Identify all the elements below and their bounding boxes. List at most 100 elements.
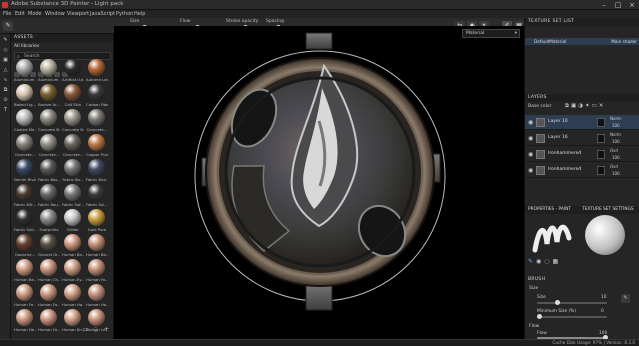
asset-item[interactable]: Glitter: [62, 209, 84, 233]
menu-help[interactable]: Help: [134, 11, 145, 17]
asset-item[interactable]: Fabric Den...: [86, 159, 108, 183]
stencil-tab-icon[interactable]: ▦: [553, 258, 562, 265]
layer-mask-thumbnail[interactable]: [597, 118, 605, 127]
layer-opacity[interactable]: 100: [612, 155, 620, 160]
menu-window[interactable]: Window: [45, 11, 65, 17]
asset-item[interactable]: Fabric Kilt...: [14, 184, 36, 208]
asset-item[interactable]: Aluminium...: [14, 59, 36, 83]
layer-blend-mode[interactable]: Norm: [610, 116, 621, 121]
asset-item[interactable]: Baked Lig...: [14, 84, 36, 108]
add-effect-icon[interactable]: ✦: [585, 103, 592, 109]
layer-mask-thumbnail[interactable]: [597, 166, 605, 175]
asset-item[interactable]: Fabric Sui...: [86, 184, 108, 208]
3d-viewport[interactable]: [114, 26, 524, 339]
add-asset-icon[interactable]: +: [104, 326, 109, 333]
layer-mask-thumbnail[interactable]: [597, 150, 605, 159]
asset-item[interactable]: Calf Skin: [62, 84, 84, 108]
asset-item[interactable]: Gouache...: [14, 234, 36, 258]
asset-item[interactable]: Aluminium...: [38, 59, 60, 83]
size-value[interactable]: 10: [601, 295, 606, 300]
asset-item[interactable]: Artificial Le...: [62, 59, 84, 83]
tab-properties-paint[interactable]: PROPERTIES - PAINT: [528, 207, 571, 212]
menu-mode[interactable]: Mode: [28, 11, 42, 17]
layer-name[interactable]: Layer 16: [548, 135, 568, 140]
add-mask-icon[interactable]: ◑: [578, 103, 585, 109]
asset-item[interactable]: Human Ha...: [86, 284, 108, 308]
visibility-eye-icon[interactable]: ◉: [528, 119, 533, 126]
asset-item[interactable]: Fabric Bas...: [38, 159, 60, 183]
layer-opacity[interactable]: 100: [612, 123, 620, 128]
menu-python[interactable]: Python: [116, 11, 133, 17]
paint-tool-icon[interactable]: ✎: [2, 37, 9, 44]
maximize-button[interactable]: □: [611, 0, 625, 10]
channel-dropdown[interactable]: Base color: [528, 104, 551, 109]
layer-opacity[interactable]: 100: [612, 171, 620, 176]
asset-item[interactable]: Human Ha...: [62, 284, 84, 308]
asset-item[interactable]: Carbon Fiber: [86, 84, 108, 108]
min-size-value[interactable]: 0: [601, 309, 604, 314]
visibility-eye-icon[interactable]: ◉: [528, 135, 533, 142]
asset-item[interactable]: Footprints: [38, 209, 60, 233]
asset-item[interactable]: Concrete B...: [62, 109, 84, 133]
asset-item[interactable]: Ground Gr...: [38, 234, 60, 258]
asset-item[interactable]: Human Fe...: [14, 284, 36, 308]
asset-item[interactable]: Human Fa...: [86, 259, 108, 283]
asset-item[interactable]: Human Ba...: [62, 234, 84, 258]
layer-blend-mode[interactable]: Norm: [610, 132, 621, 137]
picker-tool-icon[interactable]: ⊙: [2, 97, 9, 104]
brush-tab-icon[interactable]: ✎: [528, 258, 536, 265]
layer-name[interactable]: Layer 10: [548, 119, 568, 124]
menu-edit[interactable]: Edit: [15, 11, 25, 17]
asset-item[interactable]: Denim Rivet: [14, 159, 36, 183]
asset-item[interactable]: Human Ch...: [38, 259, 60, 283]
tab-texture-set-settings[interactable]: TEXTURE SET SETTINGS: [582, 207, 634, 212]
close-button[interactable]: ×: [625, 0, 639, 10]
library-selector[interactable]: All libraries: [14, 44, 39, 49]
asset-item[interactable]: Fabric Ba...: [62, 159, 84, 183]
asset-item[interactable]: Copper Pure: [86, 134, 108, 158]
asset-item[interactable]: Concrete...: [62, 134, 84, 158]
asset-item[interactable]: Fabric Sof...: [62, 184, 84, 208]
asset-item[interactable]: Fabric Suit...: [14, 209, 36, 233]
polygon-fill-icon[interactable]: △: [2, 67, 9, 74]
menu-file[interactable]: File: [3, 11, 11, 17]
asset-item[interactable]: Human Fo...: [38, 284, 60, 308]
texture-set-shader[interactable]: Main shader: [611, 38, 637, 45]
pen-pressure-icon[interactable]: ✎: [621, 294, 630, 303]
layer-opacity[interactable]: 100: [612, 139, 620, 144]
projection-tool-icon[interactable]: ▣: [2, 57, 9, 64]
asset-item[interactable]: Fabric Rou...: [38, 184, 60, 208]
layer-mask-thumbnail[interactable]: [597, 134, 605, 143]
asset-item[interactable]: Coated Me...: [14, 109, 36, 133]
texture-set-item[interactable]: DefaultMaterial Main shader: [525, 38, 639, 45]
asset-item[interactable]: Bronze Ar...: [38, 84, 60, 108]
min-size-slider[interactable]: [537, 314, 607, 319]
viewport-mode-dropdown[interactable]: Material ▾: [462, 29, 520, 38]
filter-icon[interactable]: ◌: [93, 326, 98, 333]
asset-item[interactable]: Concrete B...: [38, 109, 60, 133]
visibility-eye-icon[interactable]: ◉: [528, 167, 533, 174]
asset-item[interactable]: Concrete...: [86, 109, 108, 133]
layer-blend-mode[interactable]: Ovrl: [610, 148, 618, 153]
folder-icon[interactable]: ▭: [83, 326, 89, 333]
asset-item[interactable]: Gold Pure: [86, 209, 108, 233]
alpha-tab-icon[interactable]: ◌: [544, 258, 552, 265]
clone-tool-icon[interactable]: ⧉: [2, 87, 9, 94]
asset-item[interactable]: Human Be...: [14, 259, 36, 283]
asset-item[interactable]: Autumn Leaf: [86, 59, 108, 83]
layer-row[interactable]: ◉ Ironhammered Ovrl 100: [525, 163, 639, 178]
layer-blend-mode[interactable]: Ovrl: [610, 164, 618, 169]
text-tool-icon[interactable]: T: [2, 107, 9, 114]
asset-item[interactable]: Human Ey...: [62, 259, 84, 283]
brush-size-slider[interactable]: [537, 300, 607, 305]
minimize-button[interactable]: –: [597, 0, 611, 10]
layer-row[interactable]: ◉ Ironhammered Ovrl 100: [525, 147, 639, 162]
asset-item[interactable]: Human Ba...: [86, 234, 108, 258]
layer-row[interactable]: ◉ Layer 10 Norm 100: [525, 115, 639, 130]
asset-item[interactable]: Concrete...: [14, 134, 36, 158]
layer-row[interactable]: ◉ Layer 16 Norm 100: [525, 131, 639, 146]
layer-name[interactable]: Ironhammered: [548, 151, 581, 156]
eraser-tool-icon[interactable]: ◇: [2, 47, 9, 54]
menu-javascript[interactable]: JavaScript: [90, 11, 115, 17]
layer-name[interactable]: Ironhammered: [548, 167, 581, 172]
